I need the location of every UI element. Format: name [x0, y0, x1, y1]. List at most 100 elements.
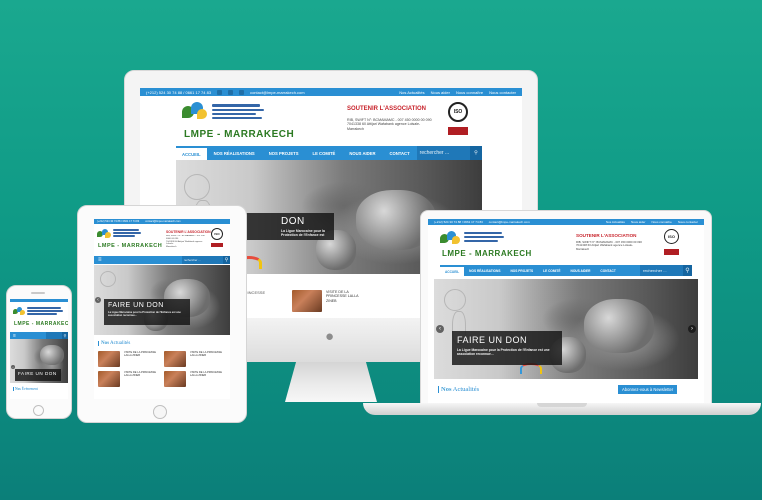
laptop-newsletter-button[interactable]: Abonnez-vous à Newsletter: [618, 385, 678, 394]
tablet-home-button[interactable]: [153, 405, 167, 419]
phone-text: (+212) 524 30 74 88 / 0661 17 74 83: [146, 89, 212, 95]
tablet-news-title-2: VISITE DE LA PRINCESSE LALLA ZINEB: [190, 351, 222, 358]
phone-search-input[interactable]: ⚲: [46, 332, 68, 339]
tablet-news-thumb-1: [98, 351, 120, 367]
twitter-icon[interactable]: [228, 89, 234, 95]
phone-search-icon[interactable]: ⚲: [62, 332, 68, 339]
tablet-logo-arabic-text: [113, 229, 141, 237]
tablet-support-text: RIB, SWIFT N°: BCMAMAMC - 007 450 0000 0…: [166, 235, 205, 248]
tablet-news-thumb-3: [98, 371, 120, 387]
phone-header: LMPE - MARRAKECH: [10, 302, 68, 332]
news-thumbnail[interactable]: [292, 290, 322, 312]
tablet-news-item-3[interactable]: VISITE DE LA PRINCESSE LALLA ZINEB: [98, 371, 160, 387]
nav-contact[interactable]: CONTACT: [382, 146, 416, 160]
hero-caption: DON La Ligue Marocaine pour la Protectio…: [236, 213, 334, 240]
laptop-hero-next-arrow[interactable]: ›: [688, 325, 696, 333]
phone-events-heading-rest: Événement: [21, 387, 38, 391]
laptop-topbar-link-aider[interactable]: Nous aider: [631, 220, 646, 224]
laptop-email-text[interactable]: contact@lmpe-marrakech.com: [489, 220, 530, 224]
tablet-news-heading: Nos Actualités: [98, 341, 130, 346]
tablet-hero-caption: FAIRE UN DON La Ligue Marocaine pour la …: [104, 299, 190, 325]
tablet-hero-prev-arrow[interactable]: ‹: [95, 297, 101, 303]
tablet-email-text[interactable]: contact@lmpe-marrakech.com: [145, 220, 180, 223]
phone-speaker: [31, 292, 45, 294]
laptop-hero-title: FAIRE UN DON: [457, 335, 528, 345]
support-title: SOUTENIR L'ASSOCIATION: [347, 106, 426, 112]
laptop-logo-icon[interactable]: [440, 231, 460, 245]
laptop-notch: [537, 403, 587, 407]
topbar-link-connaitre[interactable]: Nous connaître: [456, 90, 483, 95]
laptop-news-heading-first: Nos: [441, 386, 452, 393]
laptop-iso-badge: ISO: [664, 229, 679, 244]
topbar-link-actualites[interactable]: Nos Actualités: [399, 90, 424, 95]
logo-icon[interactable]: [182, 102, 208, 120]
phone-logo-icon[interactable]: [13, 307, 25, 316]
laptop-topbar-link-contacter[interactable]: Nous contacter: [678, 220, 698, 224]
tablet-news-item-1[interactable]: VISITE DE LA PRINCESSE LALLA ZINEB: [98, 351, 160, 367]
hero-description: La Ligue Marocaine pour la Protection de…: [281, 229, 325, 237]
tablet-logo-icon[interactable]: [97, 229, 111, 239]
laptop-support-text: RIB, SWIFT N°: BCMAMAMC - 007 450 0000 0…: [576, 240, 642, 251]
laptop-hero-slider[interactable]: ♥ FAIRE UN DON La Ligue Marocaine pour l…: [434, 279, 698, 379]
desktop-topbar: (+212) 524 30 74 88 / 0661 17 74 83 cont…: [140, 88, 522, 96]
desktop-stand: [285, 362, 377, 402]
laptop-brand-title: LMPE - MARRAKECH: [442, 249, 532, 258]
laptop-topbar-link-actualites[interactable]: Nos Actualités: [606, 220, 625, 224]
phone-hero-prev-arrow[interactable]: ‹: [11, 365, 15, 369]
phone-brand-title: LMPE - MARRAKECH: [14, 321, 68, 327]
tablet-search-icon[interactable]: ⚲: [223, 256, 230, 264]
email-text[interactable]: contact@lmpe-marrakech.com: [250, 90, 305, 95]
laptop-hero-description: La Ligue Marocaine pour la Protection de…: [457, 348, 550, 357]
phone-events-heading: Nos Événement: [13, 387, 38, 391]
laptop-search-placeholder: rechercher ...: [643, 268, 667, 273]
tablet-news-section: Nos Actualités VISITE DE LA PRINCESSE LA…: [94, 339, 230, 399]
nav-realisations[interactable]: NOS RÉALISATIONS: [207, 146, 262, 160]
tablet-menu-icon[interactable]: ≡: [94, 256, 106, 264]
nav-accueil[interactable]: ACCUEIL: [176, 146, 207, 160]
phone-events-section: Nos Événement: [10, 385, 68, 399]
nav-aider[interactable]: NOUS AIDER: [342, 146, 382, 160]
tablet-news-title-1: VISITE DE LA PRINCESSE LALLA ZINEB: [124, 351, 156, 358]
laptop-nav-projets[interactable]: NOS PROJETS: [505, 265, 538, 276]
brand-title: LMPE - MARRAKECH: [184, 129, 295, 140]
tablet-search-input[interactable]: rechercher ... ⚲: [182, 256, 230, 264]
laptop-nav-realisations[interactable]: NOS RÉALISATIONS: [464, 265, 505, 276]
tablet-phone-text: (+212) 524 30 74 88 / 0661 17 74 83: [97, 220, 140, 223]
laptop-news-heading-rest: Actualités: [452, 386, 480, 393]
phone-hero-slider[interactable]: FAIRE UN DON ‹: [10, 339, 68, 383]
laptop-header: LMPE - MARRAKECH SOUTENIR L'ASSOCIATION …: [428, 225, 704, 265]
tablet-hero-slider[interactable]: FAIRE UN DON La Ligue Marocaine pour la …: [94, 265, 230, 335]
laptop-search-input[interactable]: rechercher ... ⚲: [640, 265, 692, 276]
laptop-nav-accueil[interactable]: ACCUEIL: [440, 265, 465, 276]
tablet-news-thumb-2: [164, 351, 186, 367]
laptop-hero-caption: FAIRE UN DON La Ligue Marocaine pour la …: [452, 331, 562, 365]
tablet-news-item-2[interactable]: VISITE DE LA PRINCESSE LALLA ZINEB: [164, 351, 226, 367]
laptop-nav-aider[interactable]: NOUS AIDER: [566, 265, 596, 276]
nav-projets[interactable]: NOS PROJETS: [262, 146, 306, 160]
phone-website: LMPE - MARRAKECH ≡ ⚲ FAIRE UN DON ‹ Nos …: [10, 299, 68, 399]
facebook-icon[interactable]: [217, 89, 223, 95]
iso-badge: ISO: [448, 102, 468, 122]
nav-comite[interactable]: LE COMITÉ: [306, 146, 343, 160]
desktop-header: LMPE - MARRAKECH SOUTENIR L'ASSOCIATION …: [140, 96, 522, 146]
search-input[interactable]: rechercher ... ⚲: [416, 146, 482, 160]
news-item-title[interactable]: VISITE DE LA PRINCESSE LALLA ZINEB: [326, 290, 366, 303]
laptop-search-icon[interactable]: ⚲: [683, 265, 692, 276]
laptop-nav-comite[interactable]: LE COMITÉ: [538, 265, 565, 276]
youtube-icon[interactable]: [239, 89, 245, 95]
laptop-support-title: SOUTENIR L'ASSOCIATION: [576, 233, 637, 238]
logo-arabic-text: [212, 104, 264, 119]
phone-events-heading-first: Nos: [15, 387, 21, 391]
tablet-news-item-4[interactable]: VISITE DE LA PRINCESSE LALLA ZINEB: [164, 371, 226, 387]
phone-menu-icon[interactable]: ≡: [10, 332, 19, 339]
laptop-news-heading: Nos Actualités: [438, 386, 479, 393]
laptop-nav-contact[interactable]: CONTACT: [595, 265, 620, 276]
tablet-hero-description: La Ligue Marocaine pour la Protection de…: [108, 311, 181, 318]
laptop-hero-prev-arrow[interactable]: ‹: [436, 325, 444, 333]
topbar-link-contacter[interactable]: Nous contacter: [489, 90, 516, 95]
tablet-news-heading-first: Nos: [101, 341, 110, 346]
laptop-topbar-link-connaitre[interactable]: Nous connaître: [651, 220, 671, 224]
topbar-link-aider[interactable]: Nous aider: [431, 90, 450, 95]
search-icon[interactable]: ⚲: [470, 146, 482, 160]
phone-home-button[interactable]: [33, 405, 44, 416]
